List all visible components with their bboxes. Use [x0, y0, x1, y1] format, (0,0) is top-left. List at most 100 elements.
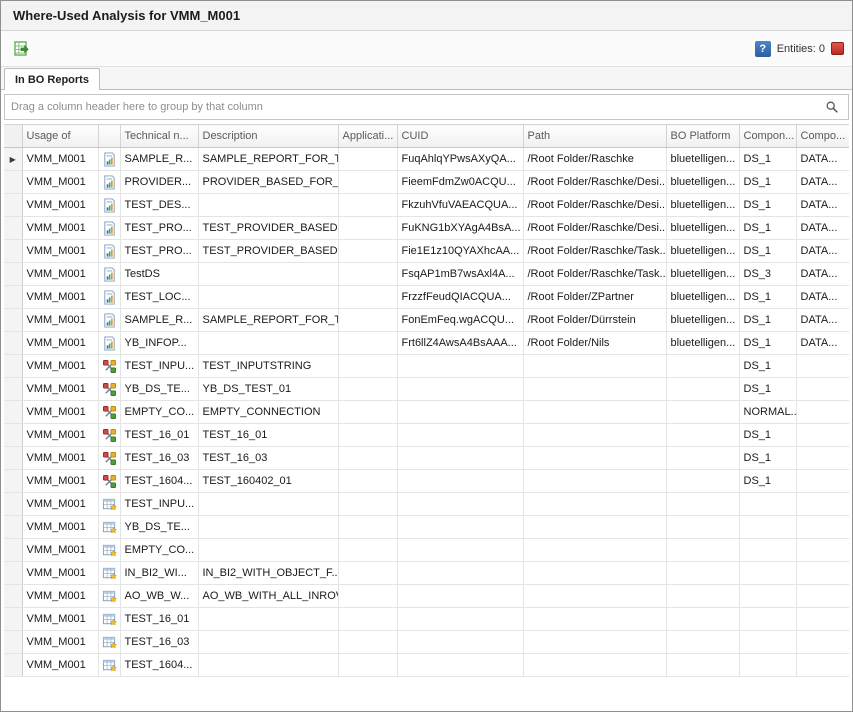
column-header-bo-platform[interactable]: BO Platform: [666, 125, 739, 148]
column-header-component-1[interactable]: Compon...: [739, 125, 796, 148]
component-1-cell[interactable]: [739, 516, 796, 539]
usage-of-cell[interactable]: VMM_M001: [22, 240, 98, 263]
description-cell[interactable]: TEST_INPUTSTRING: [198, 355, 338, 378]
description-cell[interactable]: [198, 263, 338, 286]
component-2-cell[interactable]: [796, 516, 849, 539]
cuid-cell[interactable]: [397, 424, 523, 447]
table-row[interactable]: VMM_M001TEST_1604...: [4, 654, 849, 677]
cuid-cell[interactable]: FieemFdmZw0ACQU...: [397, 171, 523, 194]
description-cell[interactable]: TEST_16_03: [198, 447, 338, 470]
component-2-cell[interactable]: [796, 424, 849, 447]
application-cell[interactable]: [338, 447, 397, 470]
table-row[interactable]: VMM_M001TEST_LOC...FrzzfFeudQIACQUA.../R…: [4, 286, 849, 309]
component-2-cell[interactable]: [796, 493, 849, 516]
technical-name-cell[interactable]: TEST_16_03: [120, 447, 198, 470]
path-cell[interactable]: /Root Folder/Dürrstein: [523, 309, 666, 332]
application-cell[interactable]: [338, 240, 397, 263]
table-row[interactable]: VMM_M001TEST_PRO...TEST_PROVIDER_BASEDFu…: [4, 217, 849, 240]
path-cell[interactable]: /Root Folder/ZPartner: [523, 286, 666, 309]
component-2-cell[interactable]: [796, 585, 849, 608]
bo-platform-cell[interactable]: [666, 447, 739, 470]
component-2-cell[interactable]: DATA...: [796, 171, 849, 194]
description-cell[interactable]: AO_WB_WITH_ALL_INROV: [198, 585, 338, 608]
application-cell[interactable]: [338, 631, 397, 654]
technical-name-cell[interactable]: TEST_16_01: [120, 424, 198, 447]
technical-name-cell[interactable]: TEST_LOC...: [120, 286, 198, 309]
bo-platform-cell[interactable]: bluetelligen...: [666, 286, 739, 309]
description-cell[interactable]: [198, 539, 338, 562]
group-by-bar[interactable]: Drag a column header here to group by th…: [4, 94, 849, 120]
column-header-component-2[interactable]: Compo...: [796, 125, 849, 148]
bo-platform-cell[interactable]: [666, 378, 739, 401]
usage-of-cell[interactable]: VMM_M001: [22, 539, 98, 562]
export-button[interactable]: [9, 36, 35, 62]
component-2-cell[interactable]: DATA...: [796, 286, 849, 309]
path-cell[interactable]: [523, 401, 666, 424]
component-2-cell[interactable]: [796, 631, 849, 654]
table-row[interactable]: VMM_M001IN_BI2_WI...IN_BI2_WITH_OBJECT_F…: [4, 562, 849, 585]
application-cell[interactable]: [338, 401, 397, 424]
component-2-cell[interactable]: [796, 355, 849, 378]
bo-platform-cell[interactable]: bluetelligen...: [666, 332, 739, 355]
application-cell[interactable]: [338, 585, 397, 608]
cuid-cell[interactable]: [397, 378, 523, 401]
component-2-cell[interactable]: DATA...: [796, 309, 849, 332]
cuid-cell[interactable]: [397, 447, 523, 470]
column-header-path[interactable]: Path: [523, 125, 666, 148]
technical-name-cell[interactable]: YB_DS_TE...: [120, 378, 198, 401]
cuid-cell[interactable]: [397, 470, 523, 493]
description-cell[interactable]: IN_BI2_WITH_OBJECT_F...: [198, 562, 338, 585]
path-cell[interactable]: [523, 562, 666, 585]
component-1-cell[interactable]: DS_1: [739, 447, 796, 470]
technical-name-cell[interactable]: TEST_PRO...: [120, 217, 198, 240]
component-1-cell[interactable]: [739, 493, 796, 516]
bo-platform-cell[interactable]: [666, 516, 739, 539]
component-2-cell[interactable]: [796, 562, 849, 585]
column-header-description[interactable]: Description: [198, 125, 338, 148]
table-row[interactable]: VMM_M001TEST_PRO...TEST_PROVIDER_BASEDFi…: [4, 240, 849, 263]
component-2-cell[interactable]: [796, 378, 849, 401]
column-header-application[interactable]: Applicati...: [338, 125, 397, 148]
path-cell[interactable]: /Root Folder/Raschke/Desi...: [523, 217, 666, 240]
application-cell[interactable]: [338, 263, 397, 286]
application-cell[interactable]: [338, 194, 397, 217]
usage-of-cell[interactable]: VMM_M001: [22, 447, 98, 470]
technical-name-cell[interactable]: TEST_INPU...: [120, 355, 198, 378]
technical-name-cell[interactable]: EMPTY_CO...: [120, 539, 198, 562]
component-1-cell[interactable]: [739, 608, 796, 631]
component-1-cell[interactable]: DS_1: [739, 286, 796, 309]
usage-of-cell[interactable]: VMM_M001: [22, 309, 98, 332]
component-1-cell[interactable]: DS_1: [739, 378, 796, 401]
path-cell[interactable]: [523, 608, 666, 631]
technical-name-cell[interactable]: YB_INFOP...: [120, 332, 198, 355]
usage-of-cell[interactable]: VMM_M001: [22, 631, 98, 654]
technical-name-cell[interactable]: PROVIDER...: [120, 171, 198, 194]
component-2-cell[interactable]: DATA...: [796, 240, 849, 263]
path-cell[interactable]: /Root Folder/Raschke: [523, 148, 666, 171]
application-cell[interactable]: [338, 286, 397, 309]
technical-name-cell[interactable]: TEST_INPU...: [120, 493, 198, 516]
component-1-cell[interactable]: DS_3: [739, 263, 796, 286]
cuid-cell[interactable]: [397, 585, 523, 608]
bo-platform-cell[interactable]: [666, 424, 739, 447]
component-1-cell[interactable]: [739, 654, 796, 677]
technical-name-cell[interactable]: SAMPLE_R...: [120, 309, 198, 332]
table-row[interactable]: VMM_M001YB_INFOP...Frt6llZ4AwsA4BsAAA...…: [4, 332, 849, 355]
path-cell[interactable]: [523, 654, 666, 677]
path-cell[interactable]: /Root Folder/Raschke/Task...: [523, 240, 666, 263]
application-cell[interactable]: [338, 332, 397, 355]
application-cell[interactable]: [338, 654, 397, 677]
component-1-cell[interactable]: DS_1: [739, 309, 796, 332]
application-cell[interactable]: [338, 309, 397, 332]
path-cell[interactable]: [523, 516, 666, 539]
application-cell[interactable]: [338, 378, 397, 401]
component-1-cell[interactable]: [739, 585, 796, 608]
description-cell[interactable]: [198, 493, 338, 516]
component-2-cell[interactable]: DATA...: [796, 148, 849, 171]
bo-platform-cell[interactable]: bluetelligen...: [666, 148, 739, 171]
application-cell[interactable]: [338, 539, 397, 562]
description-cell[interactable]: PROVIDER_BASED_FOR_...: [198, 171, 338, 194]
usage-of-cell[interactable]: VMM_M001: [22, 585, 98, 608]
component-2-cell[interactable]: DATA...: [796, 332, 849, 355]
description-cell[interactable]: YB_DS_TEST_01: [198, 378, 338, 401]
